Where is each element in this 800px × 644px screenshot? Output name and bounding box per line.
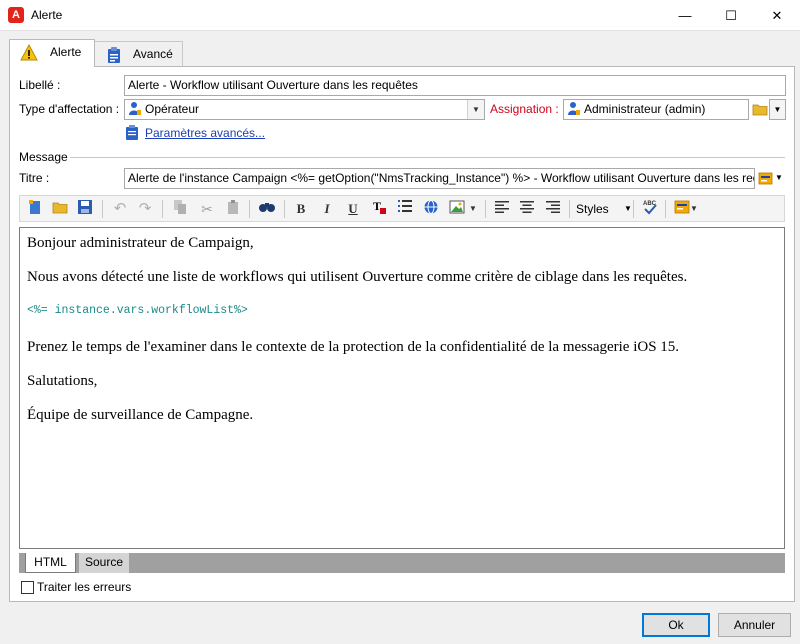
toolbar-separator [665, 200, 666, 218]
cancel-button[interactable]: Annuler [718, 613, 791, 637]
libelle-input[interactable]: Alerte - Workflow utilisant Ouverture da… [124, 75, 786, 96]
tab-avance[interactable]: Avancé [95, 41, 183, 67]
new-document-icon[interactable] [25, 199, 45, 219]
maximize-button[interactable]: ☐ [708, 0, 754, 31]
align-left-icon[interactable] [492, 199, 512, 219]
underline-icon[interactable]: U [343, 199, 363, 219]
type-affectation-label: Type d'affectation : [19, 102, 120, 116]
chevron-down-icon: ▼ [624, 204, 632, 213]
copy-icon[interactable] [170, 199, 190, 219]
editor-toolbar: ↶ ↷ ✂ B I U T ▼ Styles ▼ ABC ▼ [19, 195, 785, 222]
traiter-erreurs-label: Traiter les erreurs [37, 580, 132, 594]
svg-text:T: T [373, 199, 381, 213]
title-bar: A Alerte — ☐ ✕ [0, 0, 800, 31]
italic-icon[interactable]: I [317, 199, 337, 219]
chevron-down-icon[interactable]: ▼ [467, 100, 484, 119]
toolbar-separator [102, 200, 103, 218]
field-insert-icon[interactable] [758, 171, 773, 186]
tab-source[interactable]: Source [79, 553, 129, 573]
tab-alerte-label: Alerte [50, 45, 82, 59]
insert-link-globe-icon[interactable] [421, 199, 441, 219]
tab-alerte[interactable]: Alerte [9, 39, 95, 67]
close-button[interactable]: ✕ [754, 0, 800, 31]
assignation-dropdown-button[interactable]: ▼ [769, 99, 786, 120]
assignation-value: Administrateur (admin) [584, 102, 706, 116]
section-divider [70, 157, 785, 158]
chevron-down-icon[interactable]: ▼ [775, 173, 783, 182]
chevron-down-icon[interactable]: ▼ [467, 199, 479, 219]
toolbar-separator [284, 200, 285, 218]
adobe-logo-icon: A [8, 7, 24, 23]
editor-paragraph: Prenez le temps de l'examiner dans le co… [27, 339, 680, 355]
toolbar-separator [485, 200, 486, 218]
html-editor[interactable]: Bonjour administrateur de Campaign, Nous… [19, 227, 785, 549]
tab-html[interactable]: HTML [25, 553, 76, 573]
assignation-input[interactable]: Administrateur (admin) [563, 99, 749, 120]
assignation-label: Assignation : [490, 102, 559, 116]
styles-dropdown-label: Styles [576, 202, 609, 216]
editor-paragraph: Salutations, [27, 373, 98, 389]
save-icon[interactable] [75, 199, 95, 219]
minimize-button[interactable]: — [662, 0, 708, 31]
cut-icon[interactable]: ✂ [197, 199, 217, 219]
message-section-label: Message [19, 150, 68, 164]
folder-icon[interactable] [752, 102, 768, 117]
undo-icon[interactable]: ↶ [110, 199, 130, 219]
type-affectation-value: Opérateur [145, 102, 200, 116]
titre-label: Titre : [19, 171, 50, 185]
libelle-label: Libellé : [19, 78, 61, 92]
parametres-avances-link[interactable]: Paramètres avancés... [145, 126, 265, 140]
tab-avance-label: Avancé [133, 47, 173, 61]
traiter-erreurs-checkbox[interactable] [21, 581, 34, 594]
editor-paragraph: Nous avons détecté une liste de workflow… [27, 269, 688, 285]
titre-input[interactable]: Alerte de l'instance Campaign <%= getOpt… [124, 168, 755, 189]
bold-icon[interactable]: B [291, 199, 311, 219]
toolbar-separator [162, 200, 163, 218]
chevron-down-icon[interactable]: ▼ [688, 199, 700, 219]
open-folder-icon[interactable] [50, 199, 70, 219]
bullet-list-icon[interactable] [395, 199, 415, 219]
insert-image-icon[interactable] [447, 199, 467, 219]
align-right-icon[interactable] [543, 199, 563, 219]
ok-button[interactable]: Ok [642, 613, 710, 637]
toolbar-separator [569, 200, 570, 218]
window-title: Alerte [31, 8, 63, 22]
operator-icon [129, 102, 141, 115]
paste-icon[interactable] [223, 199, 243, 219]
toolbar-separator [249, 200, 250, 218]
type-affectation-select[interactable]: Opérateur ▼ [124, 99, 485, 120]
text-color-icon[interactable]: T [369, 199, 389, 219]
toolbar-separator [633, 200, 634, 218]
clipboard-icon [108, 47, 120, 63]
spellcheck-icon[interactable]: ABC [640, 199, 660, 219]
styles-dropdown[interactable]: Styles ▼ [576, 199, 636, 219]
operator-icon [568, 102, 580, 115]
editor-code-snippet: <%= instance.vars.workflowList%> [27, 304, 248, 317]
editor-mode-tabs: HTML Source [19, 553, 785, 573]
editor-paragraph: Équipe de surveillance de Campagne. [27, 407, 254, 423]
redo-icon[interactable]: ↷ [135, 199, 155, 219]
clipboard-icon [126, 125, 138, 140]
editor-paragraph: Bonjour administrateur de Campaign, [27, 235, 254, 251]
align-center-icon[interactable] [517, 199, 537, 219]
warning-icon [20, 44, 38, 61]
find-binoculars-icon[interactable] [257, 199, 277, 219]
